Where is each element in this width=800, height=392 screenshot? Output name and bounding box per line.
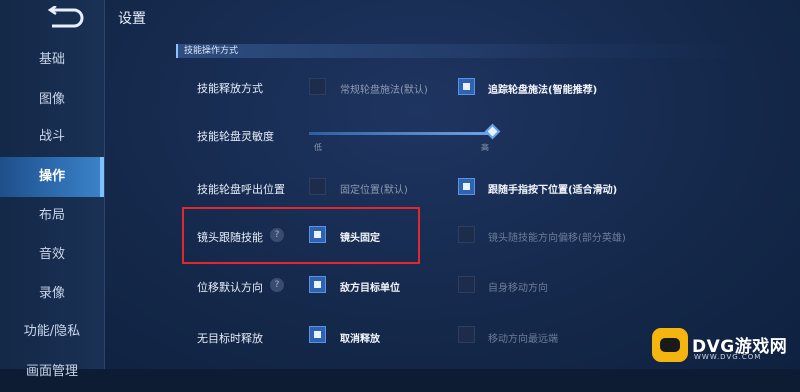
farthest-point-checkbox[interactable] [458,326,475,343]
self-direction-label: 自身移动方向 [488,283,548,294]
sensitivity-slider-track[interactable] [309,132,494,135]
self-direction-checkbox[interactable] [458,276,475,293]
page-title: 设置 [118,11,146,27]
sensitivity-low-label: 低 [314,143,322,152]
sidebar-item-privacy[interactable]: 功能/隐私 [0,312,104,352]
back-icon[interactable] [46,6,84,30]
cast-mode-tracking-checkbox[interactable] [458,78,475,95]
move-direction-label: 位移默认方向 [197,281,263,294]
no-target-label: 无目标时释放 [197,332,263,345]
watermark-logo: DVG游戏网 WWW.DVG.COM [652,320,800,369]
cast-mode-default-label: 常规轮盘施法(默认) [340,85,428,96]
cancel-cast-label: 取消释放 [340,334,380,345]
sensitivity-high-label: 高 [481,143,489,152]
cast-mode-default-checkbox[interactable] [309,78,326,95]
sidebar-item-basic[interactable]: 基础 [0,40,104,80]
wheel-position-label: 技能轮盘呼出位置 [197,183,285,196]
sidebar-item-graphics[interactable]: 图像 [0,80,104,120]
camera-offset-label: 镜头随技能方向偏移(部分英雄) [488,233,626,244]
help-icon[interactable]: ? [270,278,284,292]
section-header: 技能操作方式 [176,44,744,58]
sidebar-item-combat[interactable]: 战斗 [0,117,104,157]
wheel-fixed-checkbox[interactable] [309,178,326,195]
sidebar: 基础 图像 战斗 操作 布局 音效 录像 功能/隐私 画面管理 [0,0,105,379]
farthest-point-label: 移动方向最远端 [488,334,558,345]
enemy-target-label: 敌方目标单位 [340,283,400,294]
wheel-follow-label: 跟随手指按下位置(适合滑动) [488,185,618,196]
wheel-fixed-label: 固定位置(默认) [340,185,408,196]
sidebar-item-sound[interactable]: 音效 [0,235,104,275]
cast-mode-label: 技能释放方式 [197,82,263,95]
sensitivity-label: 技能轮盘灵敏度 [197,130,274,143]
cancel-cast-checkbox[interactable] [309,326,326,343]
watermark-url: WWW.DVG.COM [694,353,762,361]
sidebar-item-layout[interactable]: 布局 [0,196,104,236]
highlight-box [182,207,420,264]
cast-mode-tracking-label: 追踪轮盘施法(智能推荐) [488,85,598,96]
sidebar-item-controls[interactable]: 操作 [0,157,104,197]
camera-offset-checkbox[interactable] [458,226,475,243]
sidebar-item-replay[interactable]: 录像 [0,274,104,314]
enemy-target-checkbox[interactable] [309,276,326,293]
sidebar-item-display[interactable]: 画面管理 [0,352,104,392]
wheel-follow-checkbox[interactable] [458,178,475,195]
gamepad-icon [652,328,688,362]
